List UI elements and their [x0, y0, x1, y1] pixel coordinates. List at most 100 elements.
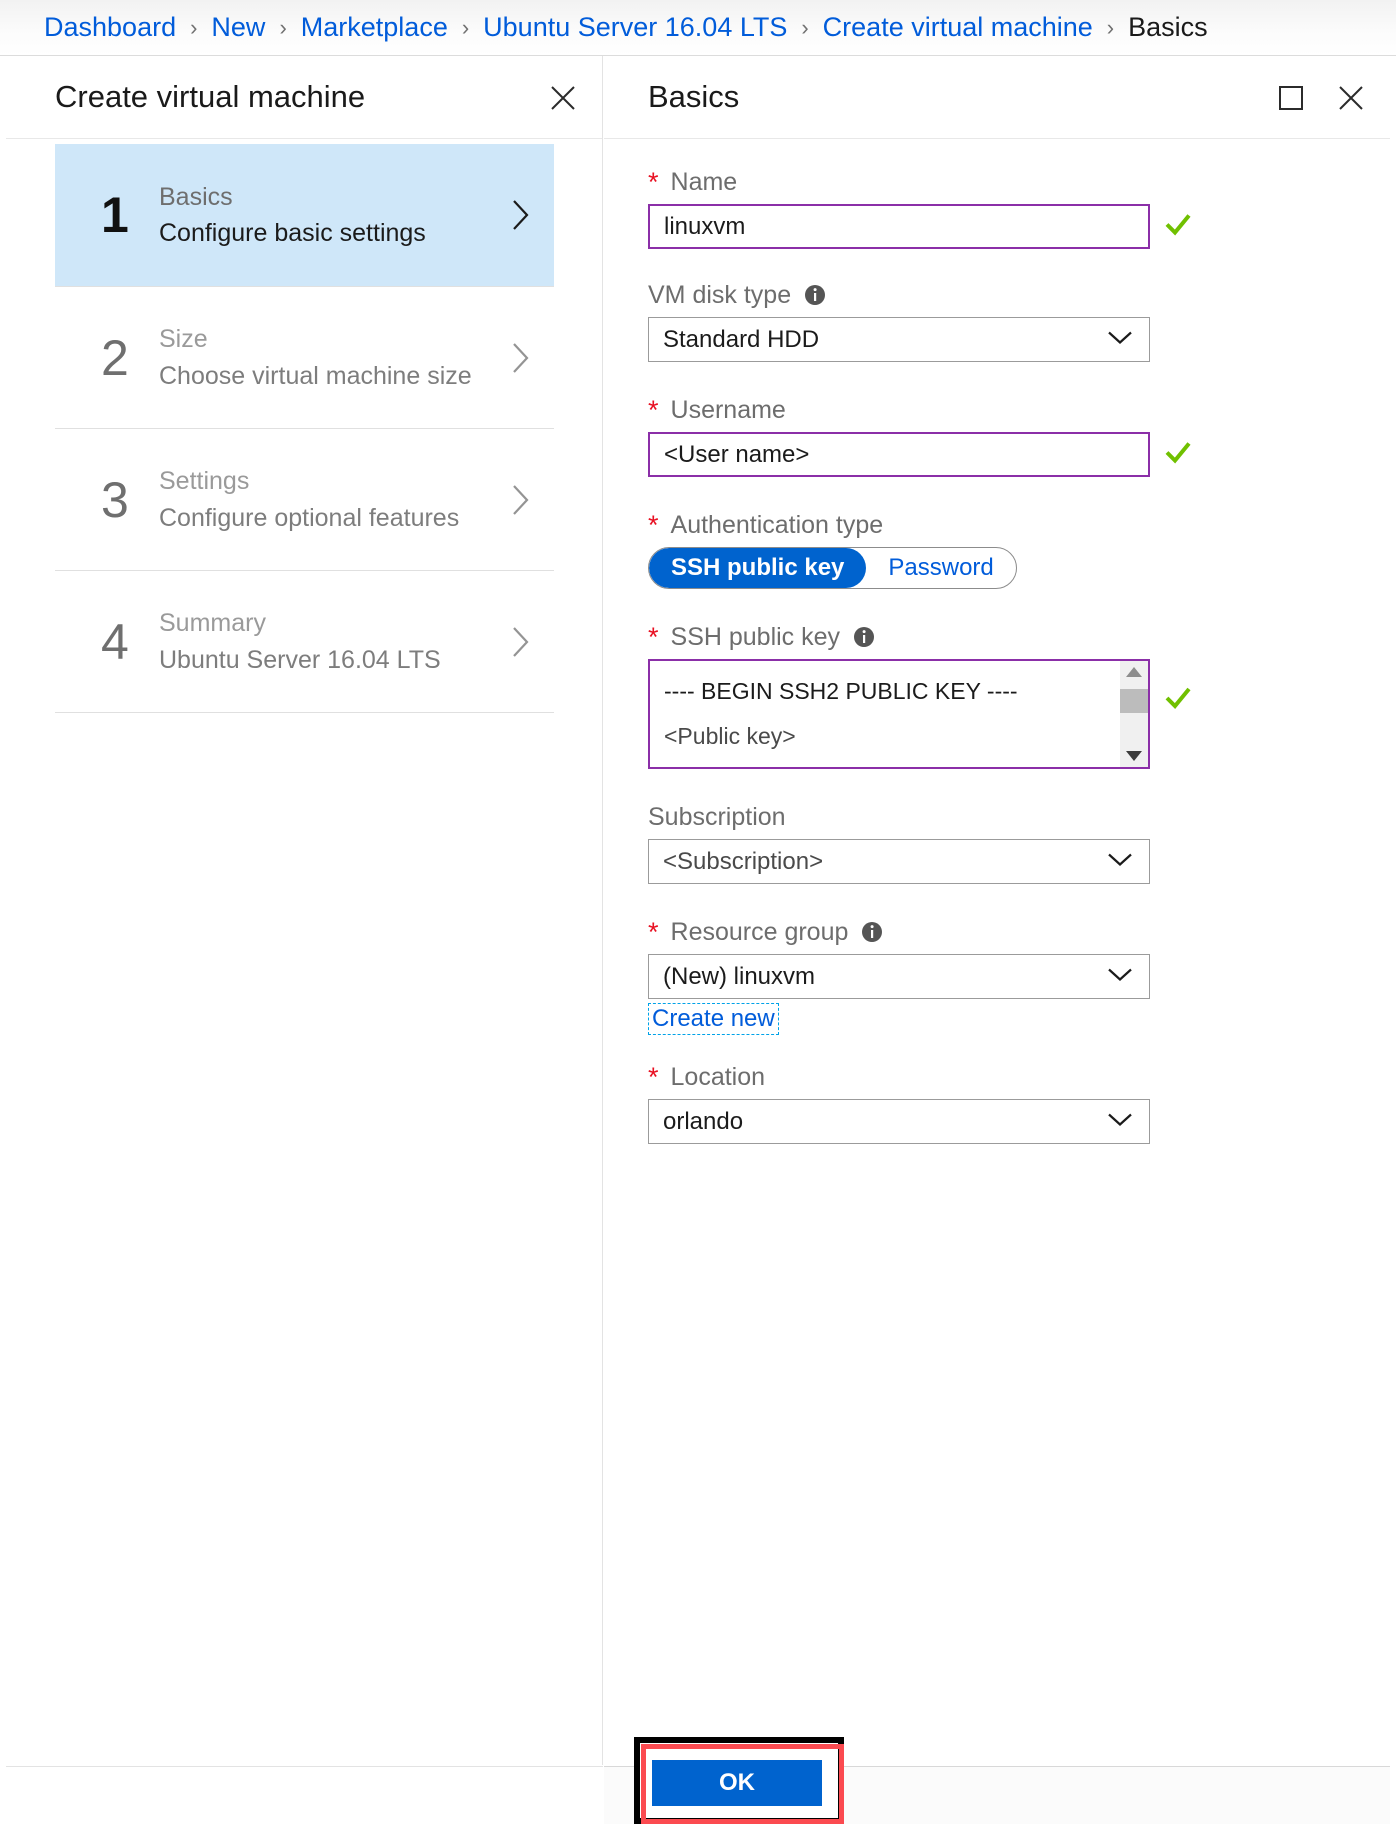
scroll-up-arrow-icon[interactable]	[1125, 661, 1143, 683]
field-authentication-type-label-row: * Authentication type	[648, 503, 1150, 547]
breadcrumb-separator-icon: ›	[1106, 14, 1115, 40]
field-authentication-type-label: Authentication type	[670, 510, 884, 539]
breadcrumb-separator-icon: ›	[190, 14, 198, 40]
field-username: * Username	[648, 388, 1191, 477]
ssh-public-key-textarea-wrapper[interactable]: ---- BEGIN SSH2 PUBLIC KEY ---- <Public …	[648, 659, 1191, 769]
name-input-wrapper[interactable]	[648, 204, 1191, 249]
field-username-label-row: * Username	[648, 388, 1150, 432]
field-ssh-public-key-label-row: * SSH public key	[648, 615, 1150, 659]
auth-option-password[interactable]: Password	[866, 548, 1015, 588]
wizard-step-subtitle: Choose virtual machine size	[159, 361, 472, 390]
field-ssh-public-key: * SSH public key ---- BEGIN SSH2 PUBLIC …	[648, 615, 1191, 769]
breadcrumb-separator-icon: ›	[279, 14, 287, 40]
left-blade-header-actions	[546, 56, 580, 139]
ssh-key-line-1: ---- BEGIN SSH2 PUBLIC KEY ----	[664, 678, 1018, 704]
valid-check-icon	[1163, 209, 1193, 244]
subscription-select[interactable]: <Subscription>	[648, 839, 1150, 884]
scroll-down-arrow-icon[interactable]	[1125, 745, 1143, 767]
chevron-right-icon	[506, 198, 536, 232]
wizard-step-summary[interactable]: 4 Summary Ubuntu Server 16.04 LTS	[55, 570, 554, 712]
required-asterisk-icon: *	[648, 916, 659, 947]
field-ssh-public-key-label: SSH public key	[670, 622, 841, 651]
left-blade-footer	[6, 1766, 603, 1824]
breadcrumb-item-create-virtual-machine[interactable]: Create virtual machine	[823, 14, 1093, 41]
wizard-step-title: Basics	[159, 182, 233, 211]
right-blade-title: Basics	[648, 79, 740, 114]
field-vm-disk-type-label: VM disk type	[648, 280, 792, 309]
create-virtual-machine-blade: Create virtual machine 1 Basics Configur…	[6, 56, 603, 1765]
field-username-label: Username	[670, 395, 786, 424]
field-name: * Name	[648, 160, 1191, 249]
breadcrumb-item-dashboard[interactable]: Dashboard	[44, 14, 176, 41]
valid-check-icon	[1163, 683, 1193, 718]
breadcrumb-item-marketplace[interactable]: Marketplace	[301, 14, 448, 41]
wizard-step-subtitle: Configure basic settings	[159, 219, 426, 247]
breadcrumb: Dashboard › New › Marketplace › Ubuntu S…	[0, 0, 1396, 56]
wizard-step-text: Size Choose virtual machine size	[159, 321, 506, 394]
ok-button[interactable]: OK	[652, 1760, 822, 1806]
close-icon[interactable]	[1334, 81, 1368, 115]
resource-group-value: (New) linuxvm	[663, 962, 816, 990]
field-location-label-row: * Location	[648, 1055, 1150, 1099]
wizard-step-number: 3	[101, 471, 129, 528]
required-asterisk-icon: *	[648, 509, 659, 540]
required-asterisk-icon: *	[648, 1061, 659, 1092]
wizard-step-text: Summary Ubuntu Server 16.04 LTS	[159, 605, 506, 678]
right-blade-header-actions	[1274, 56, 1368, 139]
wizard-step-number: 4	[101, 613, 129, 670]
vm-disk-type-select[interactable]: Standard HDD	[648, 317, 1150, 362]
info-icon[interactable]	[860, 920, 884, 944]
required-asterisk-icon: *	[648, 621, 659, 652]
ssh-public-key-textarea[interactable]: ---- BEGIN SSH2 PUBLIC KEY ---- <Public …	[650, 661, 1100, 767]
wizard-step-text: Basics Configure basic settings	[159, 179, 506, 252]
auth-option-ssh-public-key[interactable]: SSH public key	[649, 548, 867, 588]
wizard-step-basics[interactable]: 1 Basics Configure basic settings	[55, 144, 554, 286]
wizard-steps: 1 Basics Configure basic settings 2 Size…	[55, 144, 554, 713]
info-icon[interactable]	[803, 283, 827, 307]
wizard-steps-bottom-divider	[55, 712, 554, 713]
ssh-key-scrollbar[interactable]	[1120, 661, 1148, 767]
azure-create-vm-screen: Dashboard › New › Marketplace › Ubuntu S…	[0, 0, 1396, 1824]
breadcrumb-item-ubuntu-server[interactable]: Ubuntu Server 16.04 LTS	[483, 14, 787, 41]
field-location: * Location orlando	[648, 1055, 1150, 1144]
authentication-type-toggle[interactable]: SSH public key Password	[648, 547, 1017, 589]
location-select[interactable]: orlando	[648, 1099, 1150, 1144]
wizard-step-title: Summary	[159, 609, 266, 638]
chevron-right-icon	[506, 341, 536, 375]
create-new-resource-group-link[interactable]: Create new	[648, 1003, 779, 1035]
username-input[interactable]	[650, 440, 1148, 469]
field-location-label: Location	[670, 1062, 766, 1091]
breadcrumb-separator-icon: ›	[461, 14, 470, 40]
basics-blade: Basics * Name linuxvm VM disk type Stand…	[604, 56, 1390, 1765]
left-blade-title: Create virtual machine	[55, 79, 366, 114]
required-asterisk-icon: *	[648, 166, 659, 197]
scrollbar-thumb[interactable]	[1120, 689, 1148, 713]
field-resource-group: * Resource group (New) linuxvm Create ne…	[648, 910, 1150, 1035]
resource-group-select[interactable]: (New) linuxvm	[648, 954, 1150, 999]
field-vm-disk-type: VM disk type Standard HDD	[648, 273, 1150, 362]
wizard-step-size[interactable]: 2 Size Choose virtual machine size	[55, 286, 554, 428]
ssh-key-line-2: <Public key>	[664, 722, 796, 749]
field-vm-disk-type-label-row: VM disk type	[648, 273, 1150, 317]
close-icon[interactable]	[546, 81, 580, 115]
wizard-step-title: Settings	[159, 467, 250, 496]
wizard-step-title: Size	[159, 325, 208, 354]
field-name-label: Name	[670, 167, 738, 196]
field-subscription-label-row: Subscription	[648, 795, 1150, 839]
field-subscription-label: Subscription	[648, 802, 786, 831]
chevron-right-icon	[506, 625, 536, 659]
username-input-wrapper[interactable]	[648, 432, 1191, 477]
field-subscription: Subscription <Subscription>	[648, 795, 1150, 884]
breadcrumb-item-new[interactable]: New	[211, 14, 265, 41]
wizard-step-subtitle: Ubuntu Server 16.04 LTS	[159, 645, 441, 674]
chevron-right-icon	[506, 483, 536, 517]
field-authentication-type: * Authentication type SSH public key Pas…	[648, 503, 1150, 589]
required-asterisk-icon: *	[648, 394, 659, 425]
name-input[interactable]	[650, 212, 1148, 241]
wizard-step-number: 1	[101, 187, 129, 243]
breadcrumb-separator-icon: ›	[801, 14, 809, 40]
maximize-icon[interactable]	[1274, 81, 1308, 115]
left-blade-header: Create virtual machine	[6, 56, 602, 139]
wizard-step-settings[interactable]: 3 Settings Configure optional features	[55, 428, 554, 570]
info-icon[interactable]	[852, 625, 876, 649]
